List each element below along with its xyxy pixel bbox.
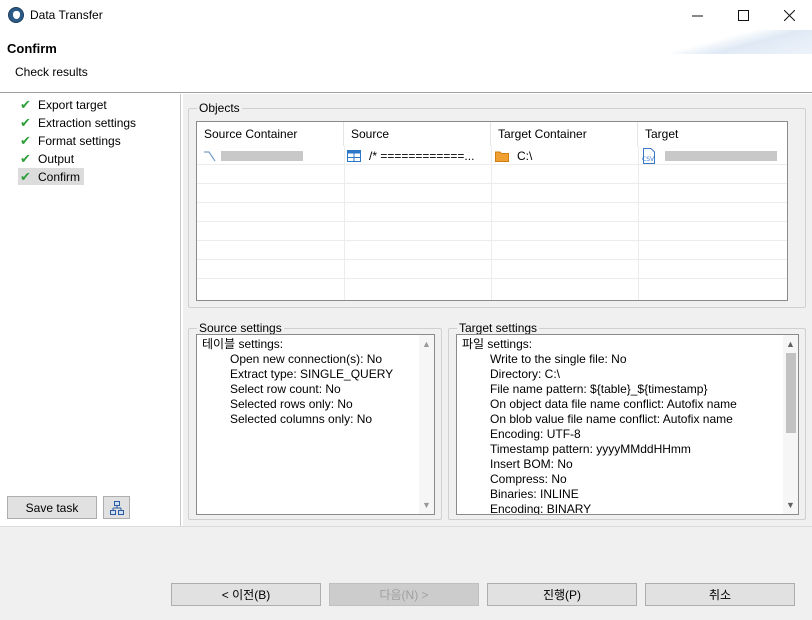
settings-line: Timestamp pattern: yyyyMMddHHmm	[490, 442, 691, 456]
source-settings-label: Source settings	[197, 321, 284, 335]
check-icon: ✔	[20, 114, 31, 130]
page-subtitle: Check results	[15, 65, 88, 79]
close-icon	[783, 9, 795, 21]
target-settings-textarea[interactable]: 파일 settings: Write to the single file: N…	[456, 334, 799, 515]
folder-icon	[495, 151, 509, 162]
settings-line: Binaries: INLINE	[490, 487, 579, 501]
close-button[interactable]	[766, 0, 812, 30]
settings-line: Open new connection(s): No	[230, 352, 383, 366]
vertical-scrollbar[interactable]: ▲ ▼	[419, 335, 434, 514]
save-task-button[interactable]: Save task	[7, 496, 97, 519]
settings-line: File name pattern: ${table}_${timestamp}	[490, 382, 708, 396]
settings-line: On blob value file name conflict: Autofi…	[490, 412, 733, 426]
scroll-up-icon[interactable]: ▲	[419, 337, 434, 351]
sidebar-item-label: Confirm	[38, 169, 81, 184]
source-settings-group: Source settings 테이블 settings: Open new c…	[188, 321, 442, 520]
table-icon	[347, 150, 361, 162]
sidebar-item-label: Extraction settings	[38, 115, 137, 130]
hierarchy-icon	[109, 500, 124, 515]
column-header-target-container[interactable]: Target Container	[491, 122, 638, 146]
csv-file-icon: CSV	[642, 148, 655, 164]
settings-line: Write to the single file: No	[490, 352, 627, 366]
settings-line: Selected columns only: No	[230, 412, 373, 426]
settings-line: 테이블 settings:	[202, 337, 284, 351]
objects-group-label: Objects	[197, 101, 242, 115]
settings-line: Extract type: SINGLE_QUERY	[230, 367, 394, 381]
title-bar: Data Transfer	[0, 0, 812, 30]
check-icon: ✔	[20, 132, 31, 148]
target-container-cell: C:\	[495, 148, 532, 164]
settings-line: Encoding: BINARY	[490, 502, 592, 515]
maximize-icon	[737, 9, 749, 21]
scroll-up-icon[interactable]: ▲	[783, 337, 798, 351]
check-icon: ✔	[20, 168, 31, 184]
objects-group: Objects Source Container Source Target C…	[188, 101, 806, 308]
main-panel: Objects Source Container Source Target C…	[183, 94, 812, 526]
sidebar-item-export-target[interactable]: ✔ Export target	[18, 96, 111, 113]
column-header-source-container[interactable]: Source Container	[197, 122, 344, 146]
target-settings-label: Target settings	[457, 321, 540, 335]
settings-line: Select row count: No	[230, 382, 341, 396]
source-cell: /* ============...	[347, 148, 474, 164]
svg-text:CSV: CSV	[642, 156, 655, 163]
table-row[interactable]	[197, 241, 787, 260]
settings-line: Insert BOM: No	[490, 457, 573, 471]
settings-line: Compress: No	[490, 472, 567, 486]
table-row[interactable]	[197, 184, 787, 203]
settings-line: Selected rows only: No	[230, 397, 353, 411]
settings-line: Encoding: UTF-8	[490, 427, 581, 441]
sidebar-item-label: Format settings	[38, 133, 121, 148]
table-row[interactable]	[197, 222, 787, 241]
source-settings-textarea[interactable]: 테이블 settings: Open new connection(s): No…	[196, 334, 435, 515]
minimize-button[interactable]	[674, 0, 720, 30]
target-cell: CSV	[641, 148, 777, 164]
column-header-source[interactable]: Source	[344, 122, 491, 146]
check-icon: ✔	[20, 96, 31, 112]
column-header-target[interactable]: Target	[638, 122, 787, 146]
objects-table[interactable]: Source Container Source Target Container…	[196, 121, 788, 301]
redacted-text	[221, 151, 303, 161]
table-row[interactable]	[197, 260, 787, 279]
maximize-button[interactable]	[720, 0, 766, 30]
app-logo-icon	[8, 7, 24, 23]
redacted-text	[665, 151, 777, 161]
wizard-header: Confirm Check results	[0, 30, 812, 93]
scroll-down-icon[interactable]: ▼	[419, 498, 434, 512]
sidebar-item-label: Export target	[38, 97, 107, 112]
check-icon: ✔	[20, 150, 31, 166]
table-row[interactable]	[197, 165, 787, 184]
task-config-button[interactable]	[103, 496, 130, 519]
target-container-text: C:\	[517, 149, 533, 163]
source-container-cell	[203, 148, 303, 164]
page-title: Confirm	[7, 41, 57, 56]
sidebar-item-extraction-settings[interactable]: ✔ Extraction settings	[18, 114, 140, 131]
minimize-icon	[691, 15, 703, 16]
table-row[interactable]	[197, 203, 787, 222]
vertical-scrollbar[interactable]: ▲ ▼	[783, 335, 798, 514]
settings-line: On object data file name conflict: Autof…	[490, 397, 737, 411]
settings-line: 파일 settings:	[462, 337, 533, 351]
connection-icon	[204, 151, 216, 162]
scroll-thumb[interactable]	[786, 353, 796, 433]
next-button[interactable]: 다음(N) >	[329, 583, 479, 606]
sidebar-item-format-settings[interactable]: ✔ Format settings	[18, 132, 125, 149]
source-query-text: /* ============...	[369, 149, 475, 163]
previous-button[interactable]: < 이전(B)	[171, 583, 321, 606]
header-decoration	[652, 30, 812, 54]
wizard-footer: < 이전(B) 다음(N) > 진행(P) 취소	[0, 526, 812, 620]
wizard-steps-sidebar: ✔ Export target ✔ Extraction settings ✔ …	[0, 94, 181, 526]
target-settings-group: Target settings 파일 settings: Write to th…	[448, 321, 806, 520]
sidebar-item-output[interactable]: ✔ Output	[18, 150, 78, 167]
window-title: Data Transfer	[30, 8, 103, 22]
proceed-button[interactable]: 진행(P)	[487, 583, 637, 606]
settings-line: Directory: C:\	[490, 367, 561, 381]
sidebar-item-label: Output	[38, 151, 75, 166]
scroll-down-icon[interactable]: ▼	[783, 498, 798, 512]
table-row[interactable]	[197, 279, 787, 298]
cancel-button[interactable]: 취소	[645, 583, 795, 606]
sidebar-item-confirm[interactable]: ✔ Confirm	[18, 168, 85, 185]
